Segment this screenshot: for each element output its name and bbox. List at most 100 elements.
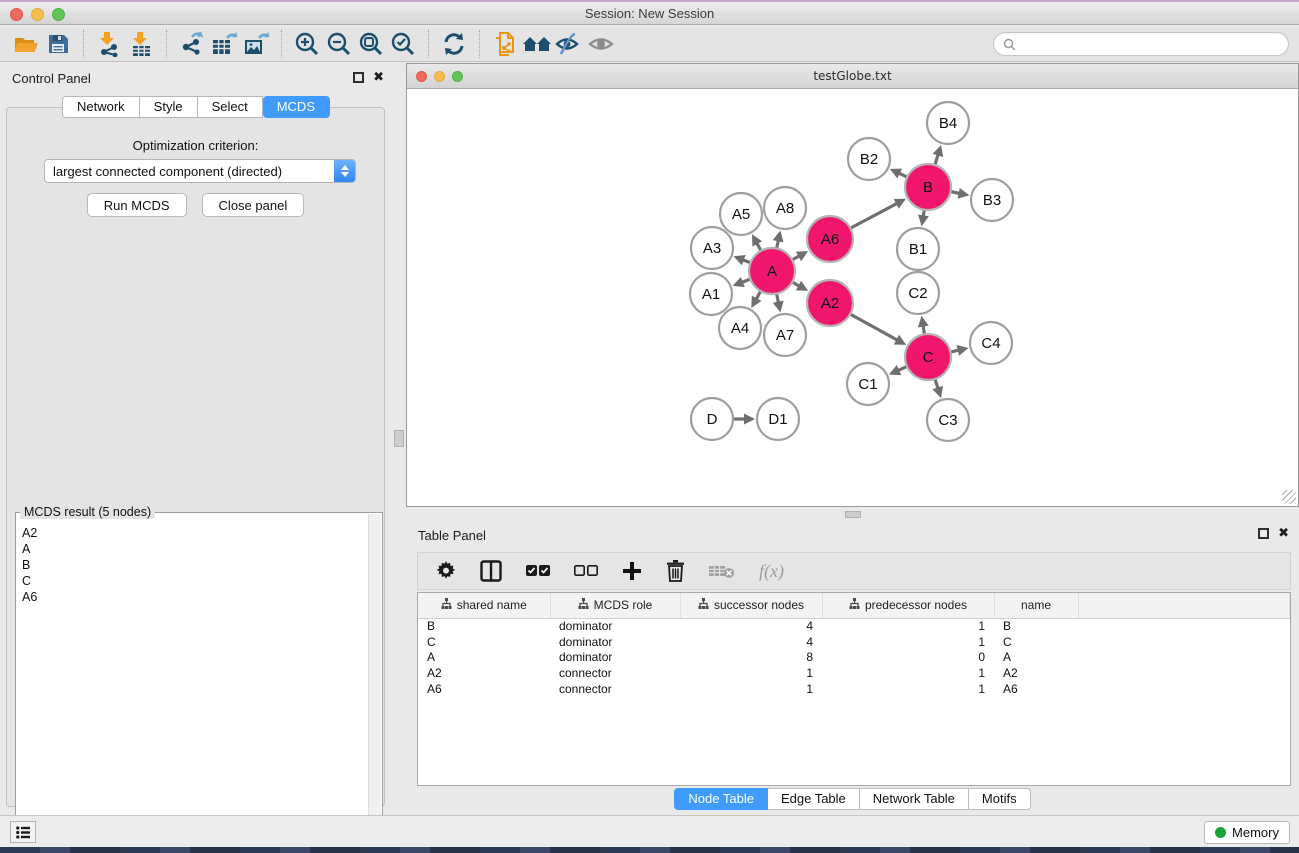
column-header-successor-nodes[interactable]: successor nodes bbox=[680, 593, 822, 618]
split-table-columns-icon[interactable] bbox=[480, 558, 502, 584]
hide-selected-icon[interactable] bbox=[553, 29, 585, 59]
memory-button[interactable]: Memory bbox=[1204, 821, 1290, 844]
zoom-out-icon[interactable] bbox=[323, 29, 355, 59]
mcds-result-item[interactable]: A bbox=[22, 541, 368, 557]
column-header-predecessor-nodes[interactable]: predecessor nodes bbox=[822, 593, 994, 618]
graph-node-A6[interactable]: A6 bbox=[807, 216, 853, 262]
delete-column-trash-icon[interactable] bbox=[666, 558, 685, 584]
graph-edge-A6-B[interactable] bbox=[848, 203, 898, 230]
mcds-result-scrollbar[interactable] bbox=[368, 514, 381, 850]
tab-edge-table[interactable]: Edge Table bbox=[768, 788, 860, 810]
graph-node-B2[interactable]: B2 bbox=[848, 138, 890, 180]
close-table-panel-icon[interactable]: ✖ bbox=[1278, 525, 1289, 541]
select-all-checkboxes-icon[interactable] bbox=[526, 558, 550, 584]
tab-mcds[interactable]: MCDS bbox=[263, 96, 330, 118]
graph-node-C3[interactable]: C3 bbox=[927, 399, 969, 441]
add-column-icon[interactable] bbox=[622, 558, 642, 584]
network-minimize-button[interactable] bbox=[434, 71, 445, 82]
column-type-icon bbox=[578, 598, 589, 613]
graph-node-C4[interactable]: C4 bbox=[970, 322, 1012, 364]
zoom-fit-icon[interactable] bbox=[355, 29, 387, 59]
graph-node-A[interactable]: A bbox=[749, 248, 795, 294]
open-file-icon[interactable] bbox=[10, 29, 42, 59]
maximize-window-button[interactable] bbox=[52, 8, 65, 21]
window-resize-grip[interactable] bbox=[1282, 490, 1296, 504]
mcds-result-item[interactable]: B bbox=[22, 557, 368, 573]
vertical-splitter-handle[interactable] bbox=[394, 430, 404, 447]
graph-node-B[interactable]: B bbox=[905, 164, 951, 210]
deselect-all-checkboxes-icon[interactable] bbox=[574, 558, 598, 584]
zoom-in-icon[interactable] bbox=[291, 29, 323, 59]
column-header-name[interactable]: name bbox=[994, 593, 1078, 618]
delete-table-icon[interactable] bbox=[709, 558, 735, 584]
column-header-MCDS-role[interactable]: MCDS role bbox=[550, 593, 680, 618]
export-table-icon[interactable] bbox=[208, 29, 240, 59]
table-row[interactable]: Bdominator41B bbox=[418, 618, 1290, 634]
table-panel-title: Table Panel bbox=[418, 528, 486, 543]
minimize-window-button[interactable] bbox=[31, 8, 44, 21]
edge-arrowhead bbox=[773, 231, 784, 243]
graph-node-A7[interactable]: A7 bbox=[764, 314, 806, 356]
close-window-button[interactable] bbox=[10, 8, 23, 21]
graph-node-A5[interactable]: A5 bbox=[720, 193, 762, 235]
horizontal-splitter-handle[interactable] bbox=[845, 511, 861, 518]
graph-node-A4[interactable]: A4 bbox=[719, 307, 761, 349]
search-field[interactable] bbox=[993, 32, 1289, 56]
graph-node-C[interactable]: C bbox=[905, 334, 951, 380]
tab-select[interactable]: Select bbox=[198, 96, 263, 118]
mcds-result-item[interactable]: A2 bbox=[22, 525, 368, 541]
table-row[interactable]: Cdominator41C bbox=[418, 634, 1290, 650]
graph-node-A8[interactable]: A8 bbox=[764, 187, 806, 229]
mcds-result-item[interactable]: C bbox=[22, 573, 368, 589]
graph-edge-A2-C[interactable] bbox=[848, 313, 899, 341]
show-eye-icon[interactable] bbox=[585, 29, 617, 59]
edge-arrowhead bbox=[932, 386, 942, 398]
graph-node-A2[interactable]: A2 bbox=[807, 280, 853, 326]
graph-node-A3[interactable]: A3 bbox=[691, 227, 733, 269]
zoom-selected-icon[interactable] bbox=[387, 29, 419, 59]
search-input[interactable] bbox=[1021, 37, 1279, 51]
tab-node-table[interactable]: Node Table bbox=[674, 788, 768, 810]
refresh-icon[interactable] bbox=[438, 29, 470, 59]
export-network-icon[interactable] bbox=[176, 29, 208, 59]
function-builder-icon[interactable]: f(x) bbox=[759, 558, 784, 584]
tab-network-table[interactable]: Network Table bbox=[860, 788, 969, 810]
horizontal-splitter[interactable] bbox=[406, 509, 1299, 519]
graph-node-D1[interactable]: D1 bbox=[757, 398, 799, 440]
float-panel-icon[interactable] bbox=[353, 72, 364, 83]
table-settings-gear-icon[interactable] bbox=[436, 558, 456, 584]
run-mcds-button[interactable]: Run MCDS bbox=[87, 193, 187, 217]
memory-label: Memory bbox=[1232, 825, 1279, 840]
show-panels-list-button[interactable] bbox=[10, 821, 36, 843]
import-table-icon[interactable] bbox=[125, 29, 157, 59]
graph-node-B1[interactable]: B1 bbox=[897, 228, 939, 270]
graph-node-B4[interactable]: B4 bbox=[927, 102, 969, 144]
save-session-icon[interactable] bbox=[42, 29, 74, 59]
graph-node-C2[interactable]: C2 bbox=[897, 272, 939, 314]
float-table-panel-icon[interactable] bbox=[1258, 528, 1269, 539]
network-close-button[interactable] bbox=[416, 71, 427, 82]
graph-node-A1[interactable]: A1 bbox=[690, 273, 732, 315]
tab-motifs[interactable]: Motifs bbox=[969, 788, 1031, 810]
graph-node-D[interactable]: D bbox=[691, 398, 733, 440]
table-row[interactable]: Adominator80A bbox=[418, 650, 1290, 666]
new-network-from-file-icon[interactable] bbox=[489, 29, 521, 59]
table-panel-tabs: Node TableEdge TableNetwork TableMotifs bbox=[406, 788, 1299, 810]
tab-style[interactable]: Style bbox=[140, 96, 198, 118]
column-header-shared-name[interactable]: shared name bbox=[418, 593, 550, 618]
import-network-icon[interactable] bbox=[93, 29, 125, 59]
graph-node-B3[interactable]: B3 bbox=[971, 179, 1013, 221]
network-maximize-button[interactable] bbox=[452, 71, 463, 82]
export-image-icon[interactable] bbox=[240, 29, 272, 59]
mcds-result-item[interactable]: A6 bbox=[22, 589, 368, 605]
tab-network[interactable]: Network bbox=[62, 96, 140, 118]
network-graph: B4 B2 B B3 A5A8A6 A3 B1 A A1 C2 A2 A4A7 C4 C C1 C3 D D1 bbox=[407, 90, 1298, 506]
table-row[interactable]: A6connector11A6 bbox=[418, 681, 1290, 697]
graph-node-C1[interactable]: C1 bbox=[847, 363, 889, 405]
table-row[interactable]: A2connector11A2 bbox=[418, 665, 1290, 681]
network-canvas[interactable]: B4 B2 B B3 A5A8A6 A3 B1 A A1 C2 A2 A4A7 C4 C C1 C3 D D1 bbox=[407, 90, 1298, 506]
optimization-criterion-dropdown[interactable]: largest connected component (directed) bbox=[44, 159, 356, 183]
close-panel-icon[interactable]: ✖ bbox=[373, 69, 384, 85]
close-panel-button[interactable]: Close panel bbox=[202, 193, 305, 217]
show-all-networks-icon[interactable] bbox=[521, 29, 553, 59]
